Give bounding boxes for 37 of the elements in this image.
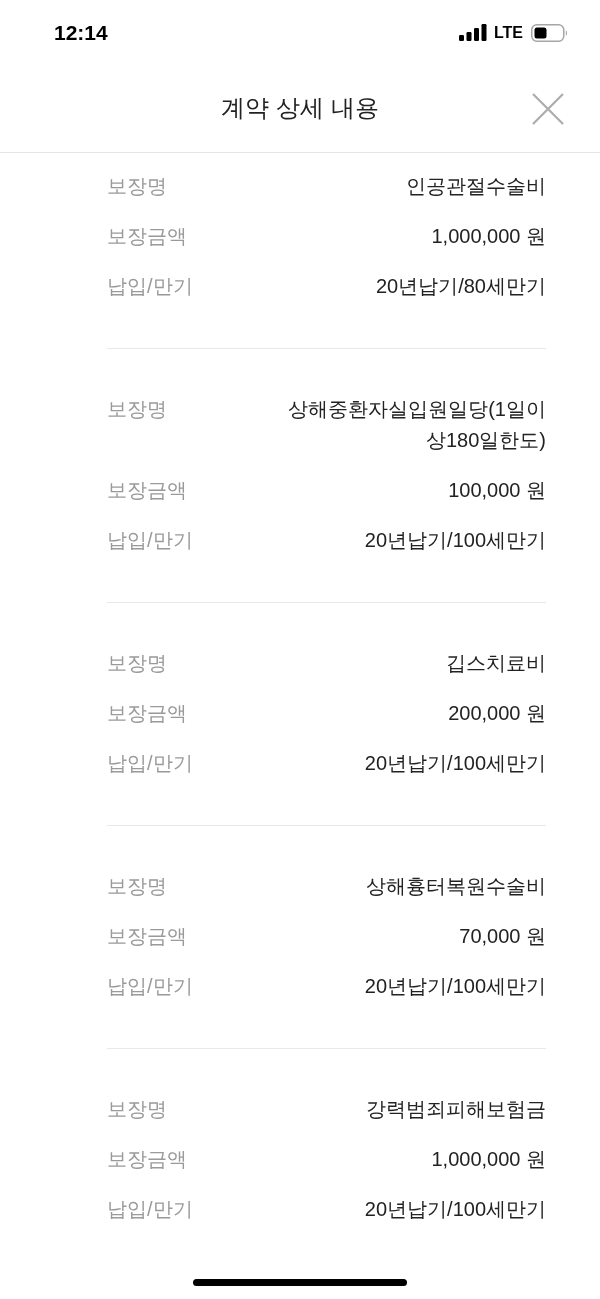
field-label: 보장금액: [107, 924, 187, 949]
field-label: 보장명: [107, 874, 167, 899]
field-label: 보장금액: [107, 701, 187, 726]
field-value: 20년납기/100세만기: [364, 974, 546, 999]
close-icon: [532, 92, 564, 125]
field-label: 납입/만기: [107, 1197, 193, 1222]
field-value: 상해흉터복원수술비: [366, 874, 546, 899]
field-label: 납입/만기: [107, 274, 193, 299]
field-label: 보장명: [107, 397, 167, 422]
field-value: 깁스치료비: [446, 651, 546, 676]
page-title: 계약 상세 내용: [221, 95, 379, 122]
close-button[interactable]: [532, 92, 564, 125]
field-value: 200,000 원: [448, 701, 546, 726]
field-value: 20년납기/100세만기: [364, 1197, 546, 1222]
field-label: 보장명: [107, 1097, 167, 1122]
field-label: 보장금액: [107, 478, 187, 503]
field-value: 70,000 원: [459, 924, 546, 949]
field-value: 20년납기/100세만기: [364, 751, 546, 776]
field-value: 1,000,000 원: [431, 1147, 546, 1172]
field-value: 20년납기/80세만기: [375, 274, 546, 299]
field-value: 1,000,000 원: [431, 224, 546, 249]
field-label: 보장금액: [107, 1147, 187, 1172]
field-value: 100,000 원: [448, 478, 546, 503]
field-value: 인공관절수술비: [406, 174, 546, 199]
network-label: LTE: [493, 24, 523, 41]
field-label: 납입/만기: [107, 751, 193, 776]
field-value: 20년납기/100세만기: [364, 528, 546, 553]
field-label: 보장금액: [107, 224, 187, 249]
field-value: 강력범죄피해보험금: [366, 1097, 546, 1122]
signal-icon: [458, 24, 487, 41]
field-label: 납입/만기: [107, 528, 193, 553]
field-label: 납입/만기: [107, 974, 193, 999]
field-value: 상해중환자실입원일당(1일이상180일한도): [287, 397, 546, 453]
status-time: 12:14: [54, 22, 108, 43]
field-label: 보장명: [107, 651, 167, 676]
field-label: 보장명: [107, 174, 167, 199]
battery-icon: [531, 23, 568, 42]
